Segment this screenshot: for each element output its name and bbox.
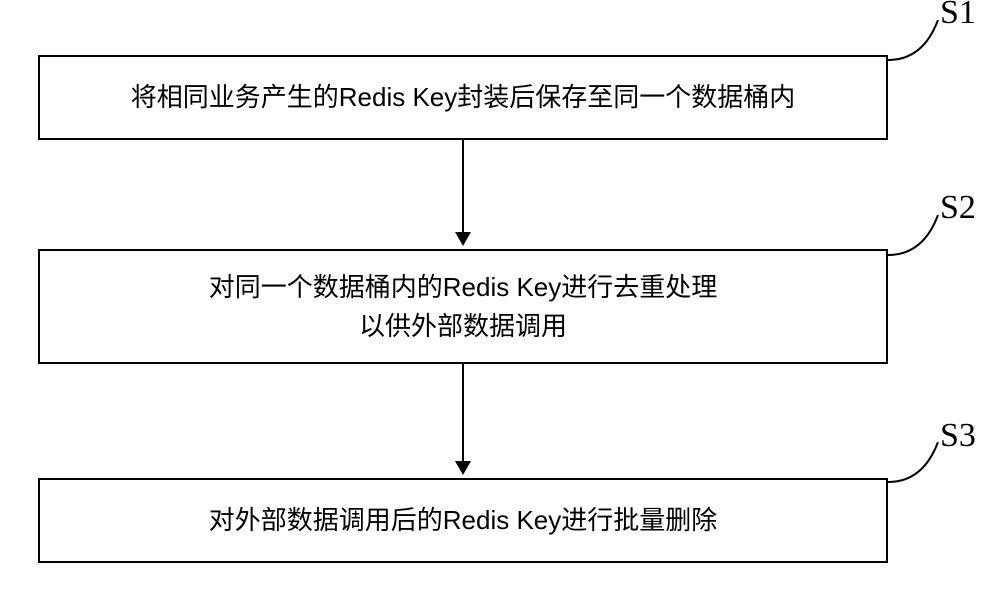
step-label-s1: S1 (940, 0, 976, 32)
step-box-s2: 对同一个数据桶内的Redis Key进行去重处理 以供外部数据调用 (38, 249, 888, 364)
step-text-s2-line1: 对同一个数据桶内的Redis Key进行去重处理 (209, 268, 718, 307)
step-text-s2-line2: 以供外部数据调用 (359, 307, 567, 346)
arrow-head-s2-s3 (455, 461, 471, 475)
step-text-s1: 将相同业务产生的Redis Key封装后保存至同一个数据桶内 (131, 78, 796, 117)
step-label-s3: S3 (940, 417, 976, 455)
step-text-s3: 对外部数据调用后的Redis Key进行批量删除 (209, 501, 718, 540)
arrow-s1-s2 (462, 140, 464, 235)
flowchart-container: 将相同业务产生的Redis Key封装后保存至同一个数据桶内 S1 对同一个数据… (0, 0, 1000, 606)
step-box-s3: 对外部数据调用后的Redis Key进行批量删除 (38, 478, 888, 563)
step-box-s1: 将相同业务产生的Redis Key封装后保存至同一个数据桶内 (38, 55, 888, 140)
step-label-s2: S2 (940, 189, 976, 227)
arrow-s2-s3 (462, 364, 464, 464)
arrow-head-s1-s2 (455, 232, 471, 246)
